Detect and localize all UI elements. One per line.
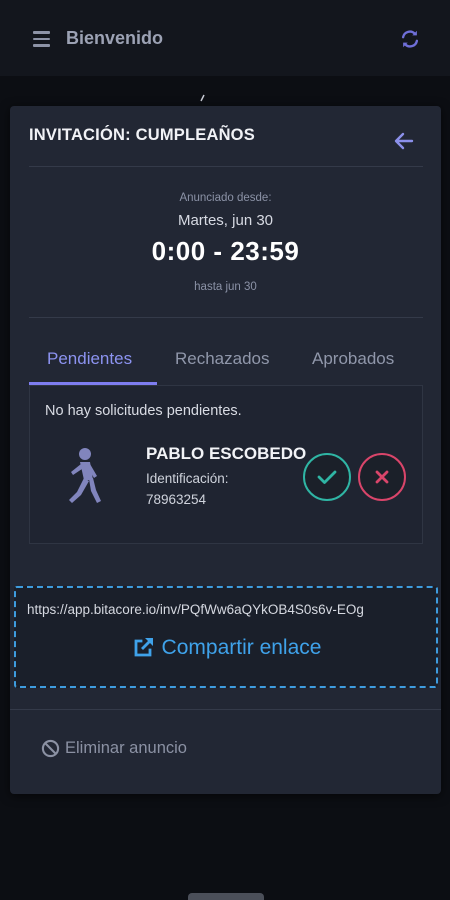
- id-value: 78963254: [146, 492, 207, 507]
- time-range: 0:00 - 23:59: [151, 236, 300, 266]
- invite-url[interactable]: https://app.bitacore.io/inv/PQfWw6aQYkOB…: [27, 602, 431, 617]
- tab-aprobados[interactable]: Aprobados: [312, 349, 394, 369]
- divider: [29, 317, 423, 318]
- card-title: INVITACIÓN: CUMPLEAÑOS: [29, 126, 255, 144]
- refresh-icon[interactable]: [399, 28, 421, 50]
- close-icon: [375, 470, 389, 484]
- visitor-name: PABLO ESCOBEDO: [146, 444, 307, 463]
- tab-rechazados[interactable]: Rechazados: [175, 349, 270, 369]
- requests-panel: No hay solicitudes pendientes. PABLO ESC…: [29, 385, 423, 544]
- divider: [10, 709, 441, 710]
- id-label: Identificación:: [146, 471, 229, 486]
- invitation-card: INVITACIÓN: CUMPLEAÑOS Anunciado desde: …: [10, 106, 441, 794]
- app-bar: Bienvenido: [0, 0, 450, 76]
- approve-button[interactable]: [303, 453, 351, 501]
- share-label: Compartir enlace: [161, 636, 322, 659]
- share-link-box[interactable]: https://app.bitacore.io/inv/PQfWw6aQYkOB…: [14, 586, 438, 688]
- arrow-left-icon[interactable]: [394, 132, 414, 150]
- delete-announcement-button[interactable]: Eliminar anuncio: [41, 739, 187, 758]
- menu-icon[interactable]: [33, 31, 50, 47]
- stray-mark: [200, 94, 205, 102]
- empty-message: No hay solicitudes pendientes.: [45, 403, 242, 419]
- announcement-date: Martes, jun 30: [177, 212, 274, 229]
- home-indicator[interactable]: [188, 893, 264, 900]
- external-link-icon: [134, 638, 153, 657]
- divider: [29, 166, 423, 167]
- until-date: hasta jun 30: [194, 281, 257, 293]
- tab-pendientes[interactable]: Pendientes: [47, 349, 132, 369]
- check-icon: [317, 470, 337, 484]
- since-label: Anunciado desde:: [179, 192, 272, 204]
- ban-icon: [41, 739, 60, 758]
- share-link-button[interactable]: Compartir enlace: [16, 636, 436, 660]
- app-title: Bienvenido: [66, 28, 164, 48]
- walking-person-icon: [69, 448, 101, 503]
- reject-button[interactable]: [358, 453, 406, 501]
- delete-label: Eliminar anuncio: [65, 739, 187, 757]
